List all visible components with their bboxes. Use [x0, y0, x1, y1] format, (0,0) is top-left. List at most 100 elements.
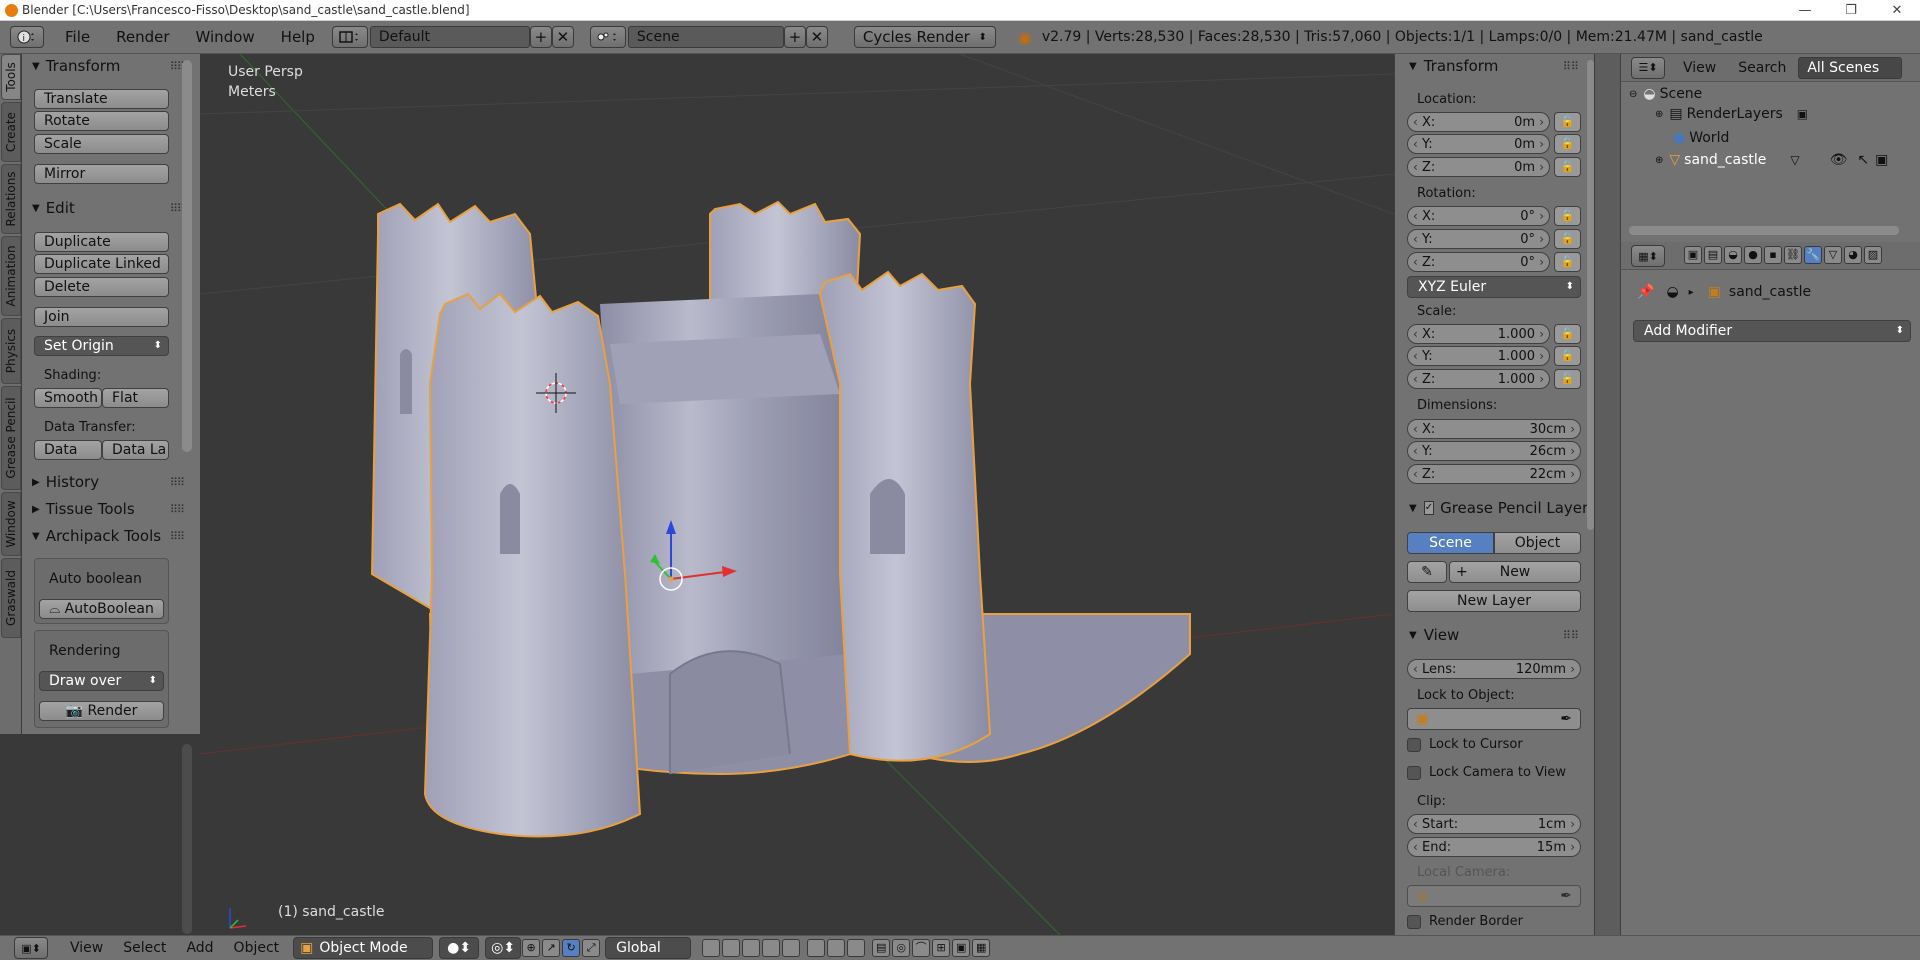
- scene-field[interactable]: Scene: [627, 26, 784, 48]
- join-button[interactable]: Join: [34, 307, 169, 327]
- lock-icon[interactable]: 🔓: [1554, 229, 1581, 249]
- layer-2-button[interactable]: [722, 939, 741, 957]
- checkbox-checked-icon[interactable]: ✓: [1423, 501, 1435, 515]
- expand-icon[interactable]: ⊕: [1655, 155, 1663, 166]
- menu-render[interactable]: Render: [103, 28, 182, 46]
- tab-grease-pencil[interactable]: Grease Pencil: [1, 386, 21, 490]
- add-scene-button[interactable]: +: [783, 26, 806, 48]
- scale-button[interactable]: Scale: [34, 134, 169, 154]
- world-context-icon[interactable]: ●: [1744, 246, 1762, 264]
- texture-context-icon[interactable]: ▨: [1864, 246, 1882, 264]
- viewport-shading-select[interactable]: ●⬍: [439, 937, 480, 959]
- lock-layers-icon[interactable]: ▤: [872, 939, 891, 957]
- gp-new-button[interactable]: + New: [1449, 561, 1581, 583]
- render-border-checkbox[interactable]: Render Border: [1407, 914, 1523, 929]
- rotation-x-field[interactable]: X:0°: [1407, 206, 1550, 226]
- lock-icon[interactable]: 🔓: [1554, 134, 1581, 154]
- area-divider[interactable]: [1594, 54, 1620, 935]
- gp-new-layer-button[interactable]: New Layer: [1407, 590, 1581, 612]
- rotation-mode-select[interactable]: XYZ Euler ⬍: [1407, 276, 1581, 298]
- clip-start-field[interactable]: Start:1cm: [1407, 814, 1581, 834]
- grip-icon[interactable]: ⠿⠿: [170, 476, 185, 489]
- scale-x-field[interactable]: X:1.000: [1407, 324, 1550, 344]
- minimize-button[interactable]: —: [1782, 0, 1828, 21]
- grip-icon[interactable]: ⠿⠿: [170, 530, 185, 543]
- transform-panel-header[interactable]: ▼ Transform ⠿⠿: [22, 54, 192, 78]
- gp-scene-button[interactable]: Scene: [1407, 532, 1494, 554]
- delete-button[interactable]: Delete: [34, 277, 169, 297]
- local-camera-field[interactable]: ▣ ✒: [1407, 885, 1581, 907]
- duplicate-button[interactable]: Duplicate: [34, 232, 169, 252]
- layer-7-button[interactable]: [827, 939, 846, 957]
- add-modifier-select[interactable]: Add Modifier ⬍: [1633, 320, 1911, 342]
- manipulator-toggle-icon[interactable]: ⊕: [522, 939, 541, 957]
- smooth-button[interactable]: Smooth: [34, 388, 102, 408]
- rotate-button[interactable]: Rotate: [34, 111, 169, 131]
- grip-icon[interactable]: ⠿⠿: [170, 503, 185, 516]
- add-screen-button[interactable]: +: [529, 26, 552, 48]
- screen-layout-icon[interactable]: [331, 26, 368, 48]
- scene-icon[interactable]: [589, 26, 626, 48]
- eyedropper-icon[interactable]: ✒: [1560, 709, 1572, 729]
- scale-z-field[interactable]: Z:1.000: [1407, 369, 1550, 389]
- screen-layout-field[interactable]: Default: [369, 26, 530, 48]
- outliner-row-scene[interactable]: ⊖ ◒ Scene: [1629, 86, 1702, 102]
- location-z-field[interactable]: Z:0m: [1407, 157, 1550, 177]
- remove-scene-button[interactable]: ✕: [805, 26, 828, 48]
- location-x-field[interactable]: X:0m: [1407, 112, 1550, 132]
- tab-tools[interactable]: Tools: [1, 54, 21, 100]
- lock-icon[interactable]: 🔓: [1554, 346, 1581, 366]
- interaction-mode-select[interactable]: ▣ Object Mode: [293, 937, 434, 959]
- mirror-button[interactable]: Mirror: [34, 164, 169, 184]
- info-icon[interactable]: i: [10, 26, 44, 48]
- pencil-icon[interactable]: ✎: [1407, 561, 1447, 583]
- expand-icon[interactable]: ⊕: [1655, 109, 1663, 120]
- scale-manipulator-icon[interactable]: ⤢: [582, 939, 601, 957]
- rotate-manipulator-icon[interactable]: ↻: [562, 939, 581, 957]
- history-panel-header[interactable]: ▶ History ⠿⠿: [22, 470, 192, 494]
- collapse-icon[interactable]: ⊖: [1629, 89, 1637, 100]
- outliner-menu-view[interactable]: View: [1683, 60, 1716, 76]
- tab-animation[interactable]: Animation: [1, 236, 21, 316]
- lock-icon[interactable]: 🔓: [1554, 252, 1581, 272]
- snap-icon[interactable]: ⌒: [912, 939, 931, 957]
- outliner-row-sand-castle[interactable]: ⊕ ▽ sand_castle ▽ 👁 ↖ ▣: [1655, 152, 1888, 168]
- menu-file[interactable]: File: [52, 28, 103, 46]
- tab-create[interactable]: Create: [1, 102, 21, 162]
- render-layers-context-icon[interactable]: ▤: [1704, 246, 1722, 264]
- menu-add[interactable]: Add: [176, 940, 223, 956]
- grease-pencil-layer-header[interactable]: ▼ ✓ Grease Pencil Layer: [1395, 496, 1588, 520]
- outliner-menu-search[interactable]: Search: [1738, 60, 1786, 76]
- tab-physics[interactable]: Physics: [1, 318, 21, 384]
- layer-6-button[interactable]: [807, 939, 826, 957]
- 3d-viewport[interactable]: User Persp Meters (1) sand_castle: [200, 54, 1394, 935]
- archipack-panel-header[interactable]: ▼ Archipack Tools ⠿⠿: [22, 524, 192, 548]
- snap-element-icon[interactable]: ⊞: [932, 939, 951, 957]
- remove-screen-button[interactable]: ✕: [551, 26, 574, 48]
- dimension-x-field[interactable]: X:30cm: [1407, 419, 1581, 439]
- dimension-z-field[interactable]: Z:22cm: [1407, 464, 1581, 484]
- opengl-anim-icon[interactable]: ▦: [972, 939, 991, 957]
- pin-icon[interactable]: 📌: [1637, 284, 1654, 300]
- lock-icon[interactable]: 🔓: [1554, 157, 1581, 177]
- modifiers-context-icon[interactable]: 🔧: [1804, 246, 1822, 264]
- eyedropper-icon[interactable]: ✒: [1560, 886, 1572, 906]
- outliner-row-world[interactable]: ● World: [1673, 130, 1729, 146]
- gp-object-button[interactable]: Object: [1494, 532, 1581, 554]
- dimension-y-field[interactable]: Y:26cm: [1407, 441, 1581, 461]
- tab-window[interactable]: Window: [1, 492, 21, 556]
- auto-boolean-button[interactable]: ⌓ AutoBoolean: [39, 599, 164, 619]
- properties-editor-icon[interactable]: ▦⬍: [1631, 245, 1665, 267]
- outliner-row-renderlayers[interactable]: ⊕ ▤ RenderLayers ▣: [1655, 106, 1808, 122]
- lock-camera-checkbox[interactable]: Lock Camera to View: [1407, 765, 1566, 780]
- clip-end-field[interactable]: End:15m: [1407, 837, 1581, 857]
- object-context-icon[interactable]: ▪: [1764, 246, 1782, 264]
- render-context-icon[interactable]: ▣: [1684, 246, 1702, 264]
- editor-type-icon[interactable]: ▣⬍: [14, 937, 48, 959]
- lens-field[interactable]: Lens:120mm: [1407, 659, 1581, 679]
- rotation-y-field[interactable]: Y:0°: [1407, 229, 1550, 249]
- menu-select[interactable]: Select: [113, 940, 176, 956]
- n-transform-header[interactable]: ▼ Transform ⠿⠿: [1395, 54, 1585, 78]
- view-panel-header[interactable]: ▼ View ⠿⠿: [1395, 623, 1585, 647]
- material-context-icon[interactable]: ◕: [1844, 246, 1862, 264]
